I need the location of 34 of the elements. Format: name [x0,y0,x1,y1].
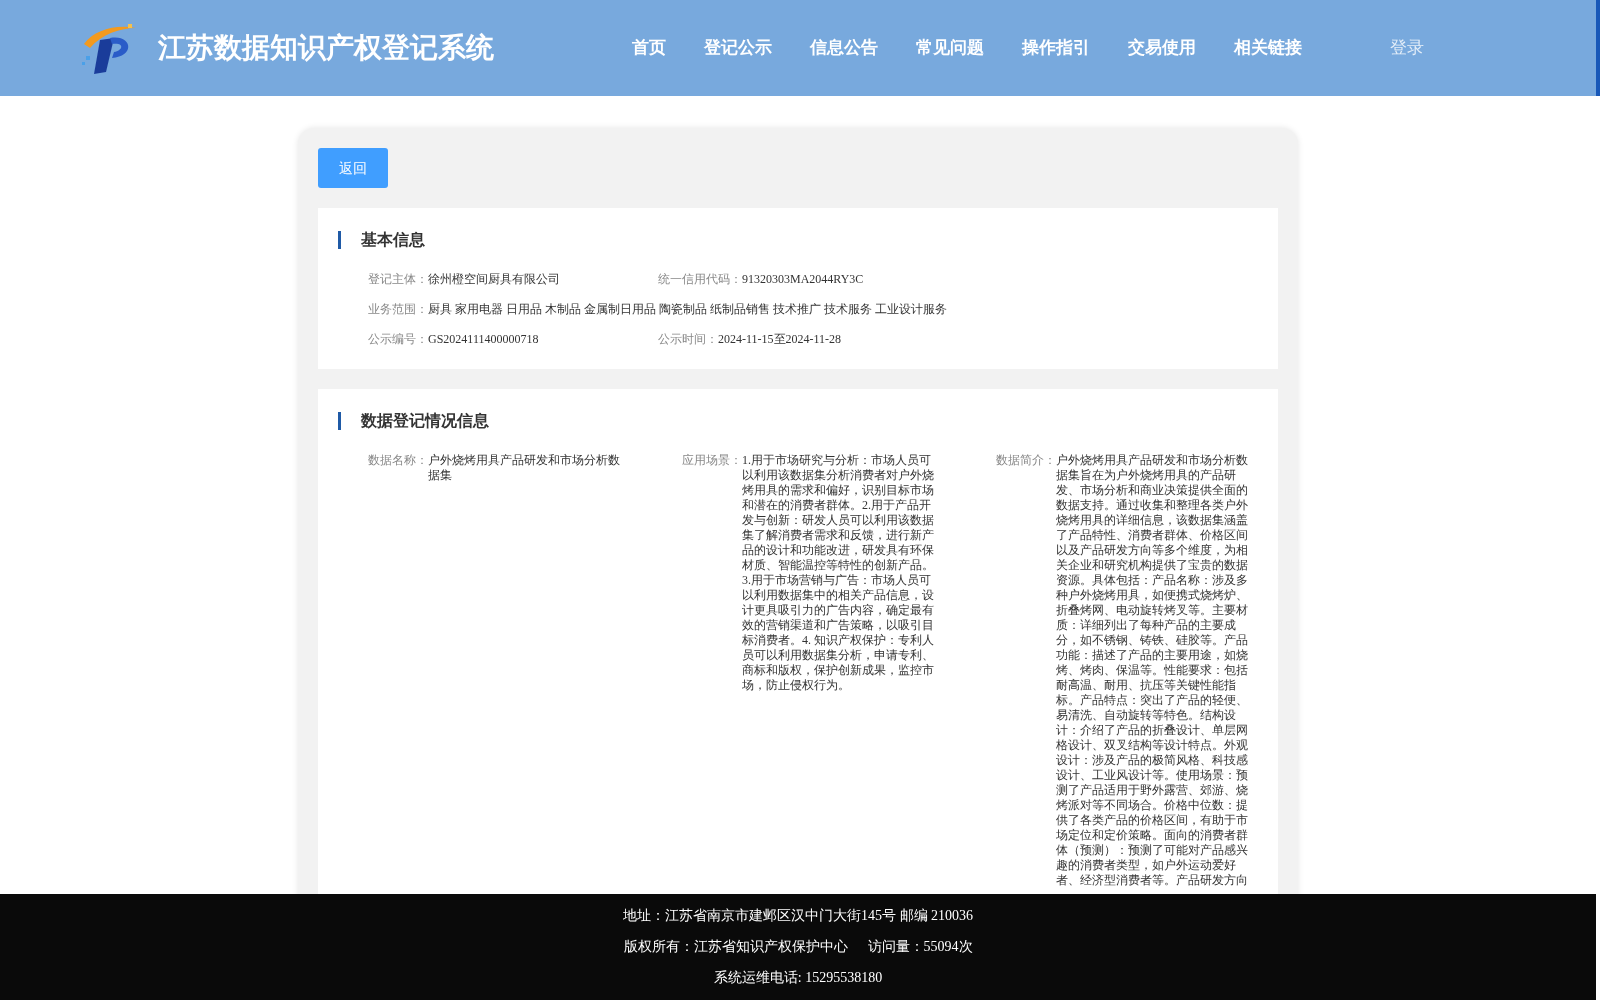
footer-text: 地址：江苏省南京市建邺区汉中门大街145号 邮编 210036 [623,907,973,925]
footer-text: 版权所有：江苏省知识产权保护中心 [623,938,848,956]
field-label: 统一信用代码： [658,272,742,287]
field-value: 徐州橙空间厨具有限公司 [428,272,560,287]
field-value: 厨具 家用电器 日用品 木制品 金属制日用品 陶瓷制品 纸制品销售 技术推广 技术服务 工业设计服务 [428,302,947,317]
back-button[interactable]: 返回 [318,148,388,188]
nav-link[interactable]: 常见问题 [916,35,984,61]
field-label: 公示时间： [658,332,718,347]
field-label: 数据简介： [996,453,1056,468]
field-value: 2024-11-15至2024-11-28 [718,332,842,347]
nav-link[interactable]: 首页 [632,35,666,61]
nav-link[interactable]: 操作指引 [1022,35,1090,61]
field-value: 户外烧烤用具产品研发和市场分析数据集 [428,453,620,483]
nav-link[interactable]: 交易使用 [1128,35,1196,61]
field-value: 户外烧烤用具产品研发和市场分析数据集旨在为户外烧烤用具的产品研发、市场分析和商业决策提供全面的数据支持。通过收集和整理各类户外烧烤用具的详细信息，该数据集涵盖了产品特性、消费者群体、价格区间以及产品研发方向等多个维度，为相关企业和研究机构提供了宝贵的数据资源。具体包括：产品名称：涉及多种户外烧烤用具，如便携式烧烤炉、折叠烤网、电动旋转烤叉等。主要材质：详细列出了每种产品的主要成分，如不锈钢、铸铁、硅胶等。产品功能：描述了产品的主要用途，如烧烤、烤肉、保温等。性能要求：包括耐高温、耐用、抗压等关键性能指标。产品特点：突出了产品的轻便、易清洗、自动旋转等特色。结构设计：介绍了产品的折叠设计、单层网格设计、双叉结构等设计特点。外观设计：涉及产品的极简风格、科技感设计、工业风设计等。使用场景：预测了产品适用于野外露营、郊游、烧烤派对等不同场合。价格中位数：提供了各类产品的价格区间，有助于市场定位和定价策略。面向的消费者群体（预测）：预测了可能对产品感兴趣的消费者类型，如户外运动爱好者、经济型消费者等。产品研发方向 [1056,453,1248,888]
section-title: 基本信息 [361,230,425,250]
field-value: GS2024111400000718 [428,332,539,347]
nav-link[interactable]: 登记公示 [704,35,772,61]
section-title: 数据登记情况信息 [361,411,489,431]
login-link[interactable]: 登录 [1390,35,1424,61]
nav-link[interactable]: 信息公告 [810,35,878,61]
field-label: 应用场景： [682,453,742,468]
field-label: 公示编号： [368,332,428,347]
nav-link[interactable]: 相关链接 [1234,35,1302,61]
site-title: 江苏数据知识产权登记系统 [158,31,494,65]
footer-text: 访问量：55094次 [867,938,973,956]
field-value: 91320303MA2044RY3C [742,272,864,287]
field-label: 登记主体： [368,272,428,287]
footer-text: 系统运维电话: 15295538180 [713,969,883,987]
title-accent-bar [338,231,341,249]
field-label: 数据名称： [368,453,428,468]
title-accent-bar [338,412,341,430]
field-label: 业务范围： [368,302,428,317]
field-value: 1.用于市场研究与分析：市场人员可以利用该数据集分析消费者对户外烧烤用具的需求和偏好，识别目标市场和潜在的消费者群体。2.用于产品开发与创新：研发人员可以利用该数据集了解消费者需求和反馈，进行新产品的设计和功能改进，研发具有环保材质、智能温控等特性的创新产品。3.用于市场营销与广告：市场人员可以利用数据集中的相关产品信息，设计更具吸引力的广告内容，确定最有效的营销渠道和广告策略，以吸引目标消费者。4. 知识产权保护：专利人员可以利用数据集分析，申请专利、商标和版权，保护创新成果，监控市场，防止侵权行为。 [742,453,934,693]
